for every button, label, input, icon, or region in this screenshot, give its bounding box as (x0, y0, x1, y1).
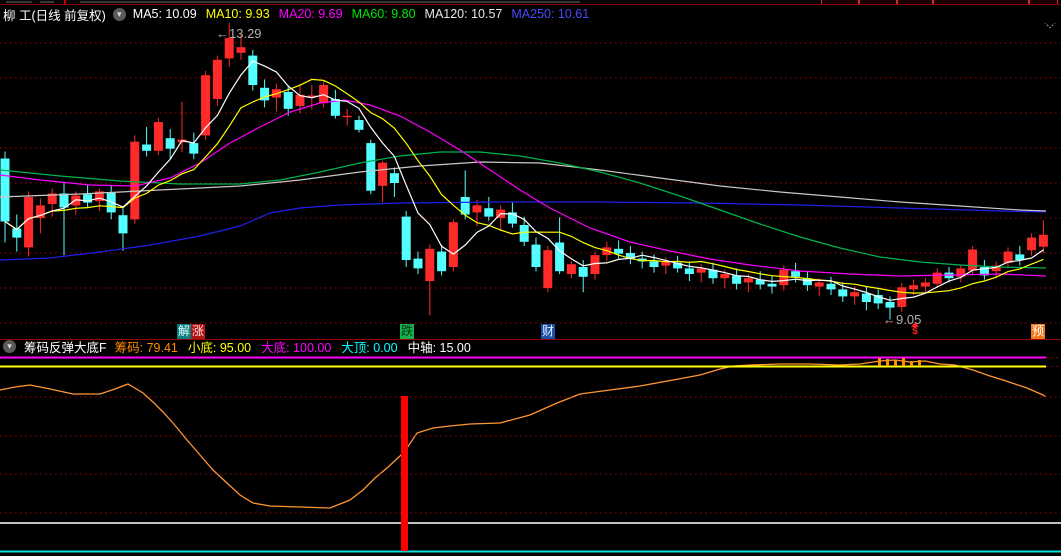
chevron-down-icon[interactable]: ▾ (112, 7, 126, 21)
ma-legend-item: MA20: 9.69 (278, 7, 343, 21)
ma-legend-item: MA10: 9.93 (205, 7, 270, 21)
ma60-line (0, 151, 1047, 269)
ma-legend-item: MA250: 10.61 (511, 7, 590, 21)
indicator-panel-layer (0, 356, 1061, 553)
toolbar-divider (64, 0, 66, 4)
moving-average-lines (0, 60, 1047, 301)
indicator-field: 中轴: 15.00 (407, 341, 471, 355)
top-toolbar-clipped[interactable] (0, 0, 1061, 5)
toolbar-button-clipped[interactable] (1029, 0, 1058, 4)
indicator-header: ▾ 筹码反弹大底F 筹码: 79.41 小底: 95.00 大底: 100.00 大顶… (0, 337, 1061, 356)
chouma-curve (0, 359, 1047, 509)
toolbar-text-fragment (40, 1, 54, 3)
candlestick-chart[interactable] (0, 0, 1061, 556)
indicator-field: 大底: 100.00 (261, 341, 332, 355)
candles-layer (0, 22, 1048, 320)
event-badge[interactable]: 财 (541, 324, 555, 339)
trading-terminal-window: 柳 工(日线 前复权) ▾ MA5: 10.09 MA10: 9.93 MA20: … (0, 0, 1061, 556)
indicator-field: 小底: 95.00 (187, 341, 252, 355)
dollar-glyph: $ (912, 326, 918, 337)
toolbar-button-clipped[interactable] (897, 0, 933, 4)
indicator-field: 筹码: 79.41 (114, 341, 178, 355)
toolbar-text-fragment (80, 1, 580, 3)
toolbar-button-clipped[interactable] (859, 0, 897, 4)
indicator-field: 大顶: 0.00 (341, 341, 398, 355)
chevron-down-icon[interactable]: ▾ (3, 340, 16, 353)
toolbar-button-clipped[interactable] (933, 0, 1029, 4)
peak-price-label: ←13.29 (216, 26, 262, 41)
toolbar-button-clipped[interactable] (821, 0, 859, 4)
signal-bar (401, 396, 408, 551)
event-badge[interactable]: 预 (1031, 324, 1045, 339)
ma-legend-item: MA120: 10.57 (424, 7, 503, 21)
ma-legend-item: MA5: 10.09 (132, 7, 197, 21)
toolbar-text-fragment (6, 1, 32, 3)
ma-legend: MA5: 10.09 MA10: 9.93 MA20: 9.69 MA60: 9.80… (133, 7, 598, 21)
dividend-marker-icon[interactable]: $ (908, 322, 922, 338)
indicator-values: 筹码: 79.41 小底: 95.00 大底: 100.00 大顶: 0.00 中轴: … (115, 337, 481, 356)
indicator-name[interactable]: 筹码反弹大底F (24, 337, 107, 356)
chart-header: 柳 工(日线 前复权) ▾ MA5: 10.09 MA10: 9.93 MA20: … (0, 5, 1061, 23)
ma-legend-item: MA60: 9.80 (351, 7, 416, 21)
stock-title: 柳 工(日线 前复权) (3, 8, 106, 23)
ma10-line (4, 78, 1044, 294)
